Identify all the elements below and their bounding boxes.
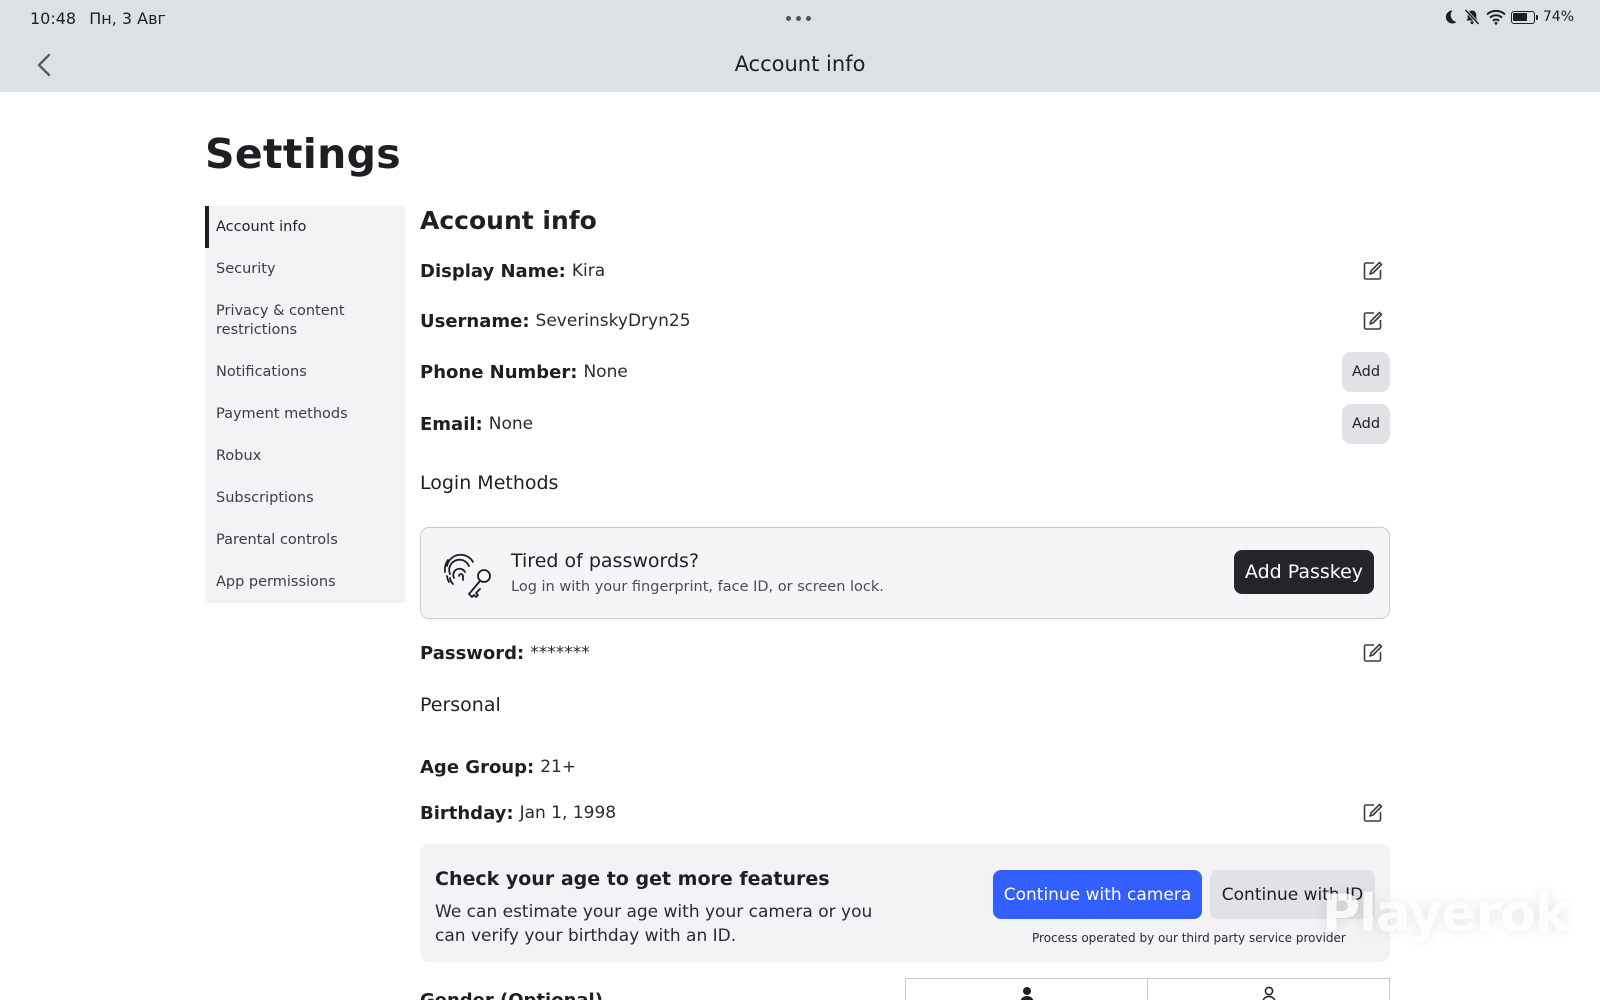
page-title: Settings xyxy=(205,130,401,178)
age-check-title: Check your age to get more features xyxy=(435,868,830,890)
email-value: None xyxy=(488,414,534,434)
muted-bell-icon xyxy=(1464,8,1480,26)
password-value: ******* xyxy=(530,643,590,663)
sidebar-item-label: Robux xyxy=(216,448,262,464)
status-bar-clock: 10:48 Пн, 3 Авг xyxy=(30,9,166,28)
settings-sidebar: Account info Security Privacy & content … xyxy=(205,206,405,603)
sidebar-item-label: App permissions xyxy=(216,574,336,590)
username-label: Username: xyxy=(420,310,530,332)
third-party-note: Process operated by our third party serv… xyxy=(1032,931,1346,945)
edit-birthday-icon[interactable] xyxy=(1362,802,1384,824)
sidebar-item-label: Parental controls xyxy=(216,532,338,548)
sidebar-item-payment-methods[interactable]: Payment methods xyxy=(205,393,405,435)
person-filled-icon xyxy=(1020,987,1033,1000)
age-check-card: Check your age to get more features We c… xyxy=(420,844,1390,962)
sidebar-item-label: Privacy & content restrictions xyxy=(216,303,345,338)
moon-icon xyxy=(1445,10,1457,24)
sidebar-item-subscriptions[interactable]: Subscriptions xyxy=(205,477,405,519)
age-group-row: Age Group: 21+ xyxy=(420,747,1390,787)
gender-option-outline[interactable] xyxy=(1148,978,1390,1000)
display-name-row: Display Name: Kira xyxy=(420,251,1390,291)
edit-password-icon[interactable] xyxy=(1362,642,1384,664)
add-phone-button[interactable]: Add xyxy=(1342,352,1390,392)
edit-display-name-icon[interactable] xyxy=(1362,260,1384,282)
sidebar-item-label: Subscriptions xyxy=(216,490,314,506)
birthday-value: Jan 1, 1998 xyxy=(519,803,617,823)
birthday-label: Birthday: xyxy=(420,802,514,824)
email-row: Email: None Add xyxy=(420,404,1390,444)
status-icons: 74% xyxy=(1442,8,1574,26)
display-name-label: Display Name: xyxy=(420,260,566,282)
battery-icon xyxy=(1510,10,1538,24)
age-check-text: We can estimate your age with your camer… xyxy=(435,902,873,946)
sidebar-item-privacy[interactable]: Privacy & content restrictions xyxy=(205,290,405,351)
sidebar-item-label: Notifications xyxy=(216,364,307,380)
login-methods-heading: Login Methods xyxy=(420,472,559,494)
passkey-subtitle: Log in with your fingerprint, face ID, o… xyxy=(511,579,884,595)
sidebar-item-label: Security xyxy=(216,261,276,277)
phone-row: Phone Number: None Add xyxy=(420,352,1390,392)
fingerprint-key-icon xyxy=(443,553,491,598)
sidebar-item-parental-controls[interactable]: Parental controls xyxy=(205,519,405,561)
section-title: Account info xyxy=(420,206,597,235)
username-value: SeverinskyDryn25 xyxy=(535,311,691,331)
edit-username-icon[interactable] xyxy=(1362,310,1384,332)
passkey-card: Tired of passwords? Log in with your fin… xyxy=(420,527,1390,619)
wifi-icon xyxy=(1486,9,1506,25)
gender-option-filled[interactable] xyxy=(905,978,1148,1000)
sidebar-item-label: Account info xyxy=(216,219,307,235)
status-date: Пн, 3 Авг xyxy=(89,9,166,28)
passkey-title: Tired of passwords? xyxy=(511,550,700,572)
person-outline-icon xyxy=(1261,986,1276,1000)
sidebar-item-app-permissions[interactable]: App permissions xyxy=(205,561,405,603)
continue-with-camera-button[interactable]: Continue with camera xyxy=(993,870,1202,919)
top-bar: 10:48 Пн, 3 Авг 74% Account info xyxy=(0,0,1600,92)
phone-value: None xyxy=(583,362,628,382)
window-menu-dots-icon[interactable] xyxy=(786,16,811,21)
age-group-label: Age Group: xyxy=(420,756,535,778)
phone-label: Phone Number: xyxy=(420,361,578,383)
add-email-button[interactable]: Add xyxy=(1342,404,1390,444)
email-label: Email: xyxy=(420,413,483,435)
display-name-value: Kira xyxy=(571,261,606,281)
sidebar-item-notifications[interactable]: Notifications xyxy=(205,351,405,393)
gender-options xyxy=(905,978,1390,1000)
username-row: Username: SeverinskyDryn25 xyxy=(420,301,1390,341)
personal-heading: Personal xyxy=(420,694,501,716)
birthday-row: Birthday: Jan 1, 1998 xyxy=(420,793,1390,833)
password-label: Password: xyxy=(420,642,525,664)
gender-label: Gender (Optional) xyxy=(420,990,603,1000)
nav-title: Account info xyxy=(734,52,866,76)
sidebar-item-account-info[interactable]: Account info xyxy=(205,206,405,248)
password-row: Password: ******* xyxy=(420,633,1390,673)
add-passkey-button[interactable]: Add Passkey xyxy=(1234,550,1374,594)
status-time: 10:48 xyxy=(30,9,77,28)
watermark-logo: Playerok xyxy=(1322,884,1570,944)
sidebar-item-robux[interactable]: Robux xyxy=(205,435,405,477)
sidebar-item-label: Payment methods xyxy=(216,406,348,422)
battery-percent: 74% xyxy=(1542,9,1574,25)
sidebar-item-security[interactable]: Security xyxy=(205,248,405,290)
age-group-value: 21+ xyxy=(540,757,577,777)
